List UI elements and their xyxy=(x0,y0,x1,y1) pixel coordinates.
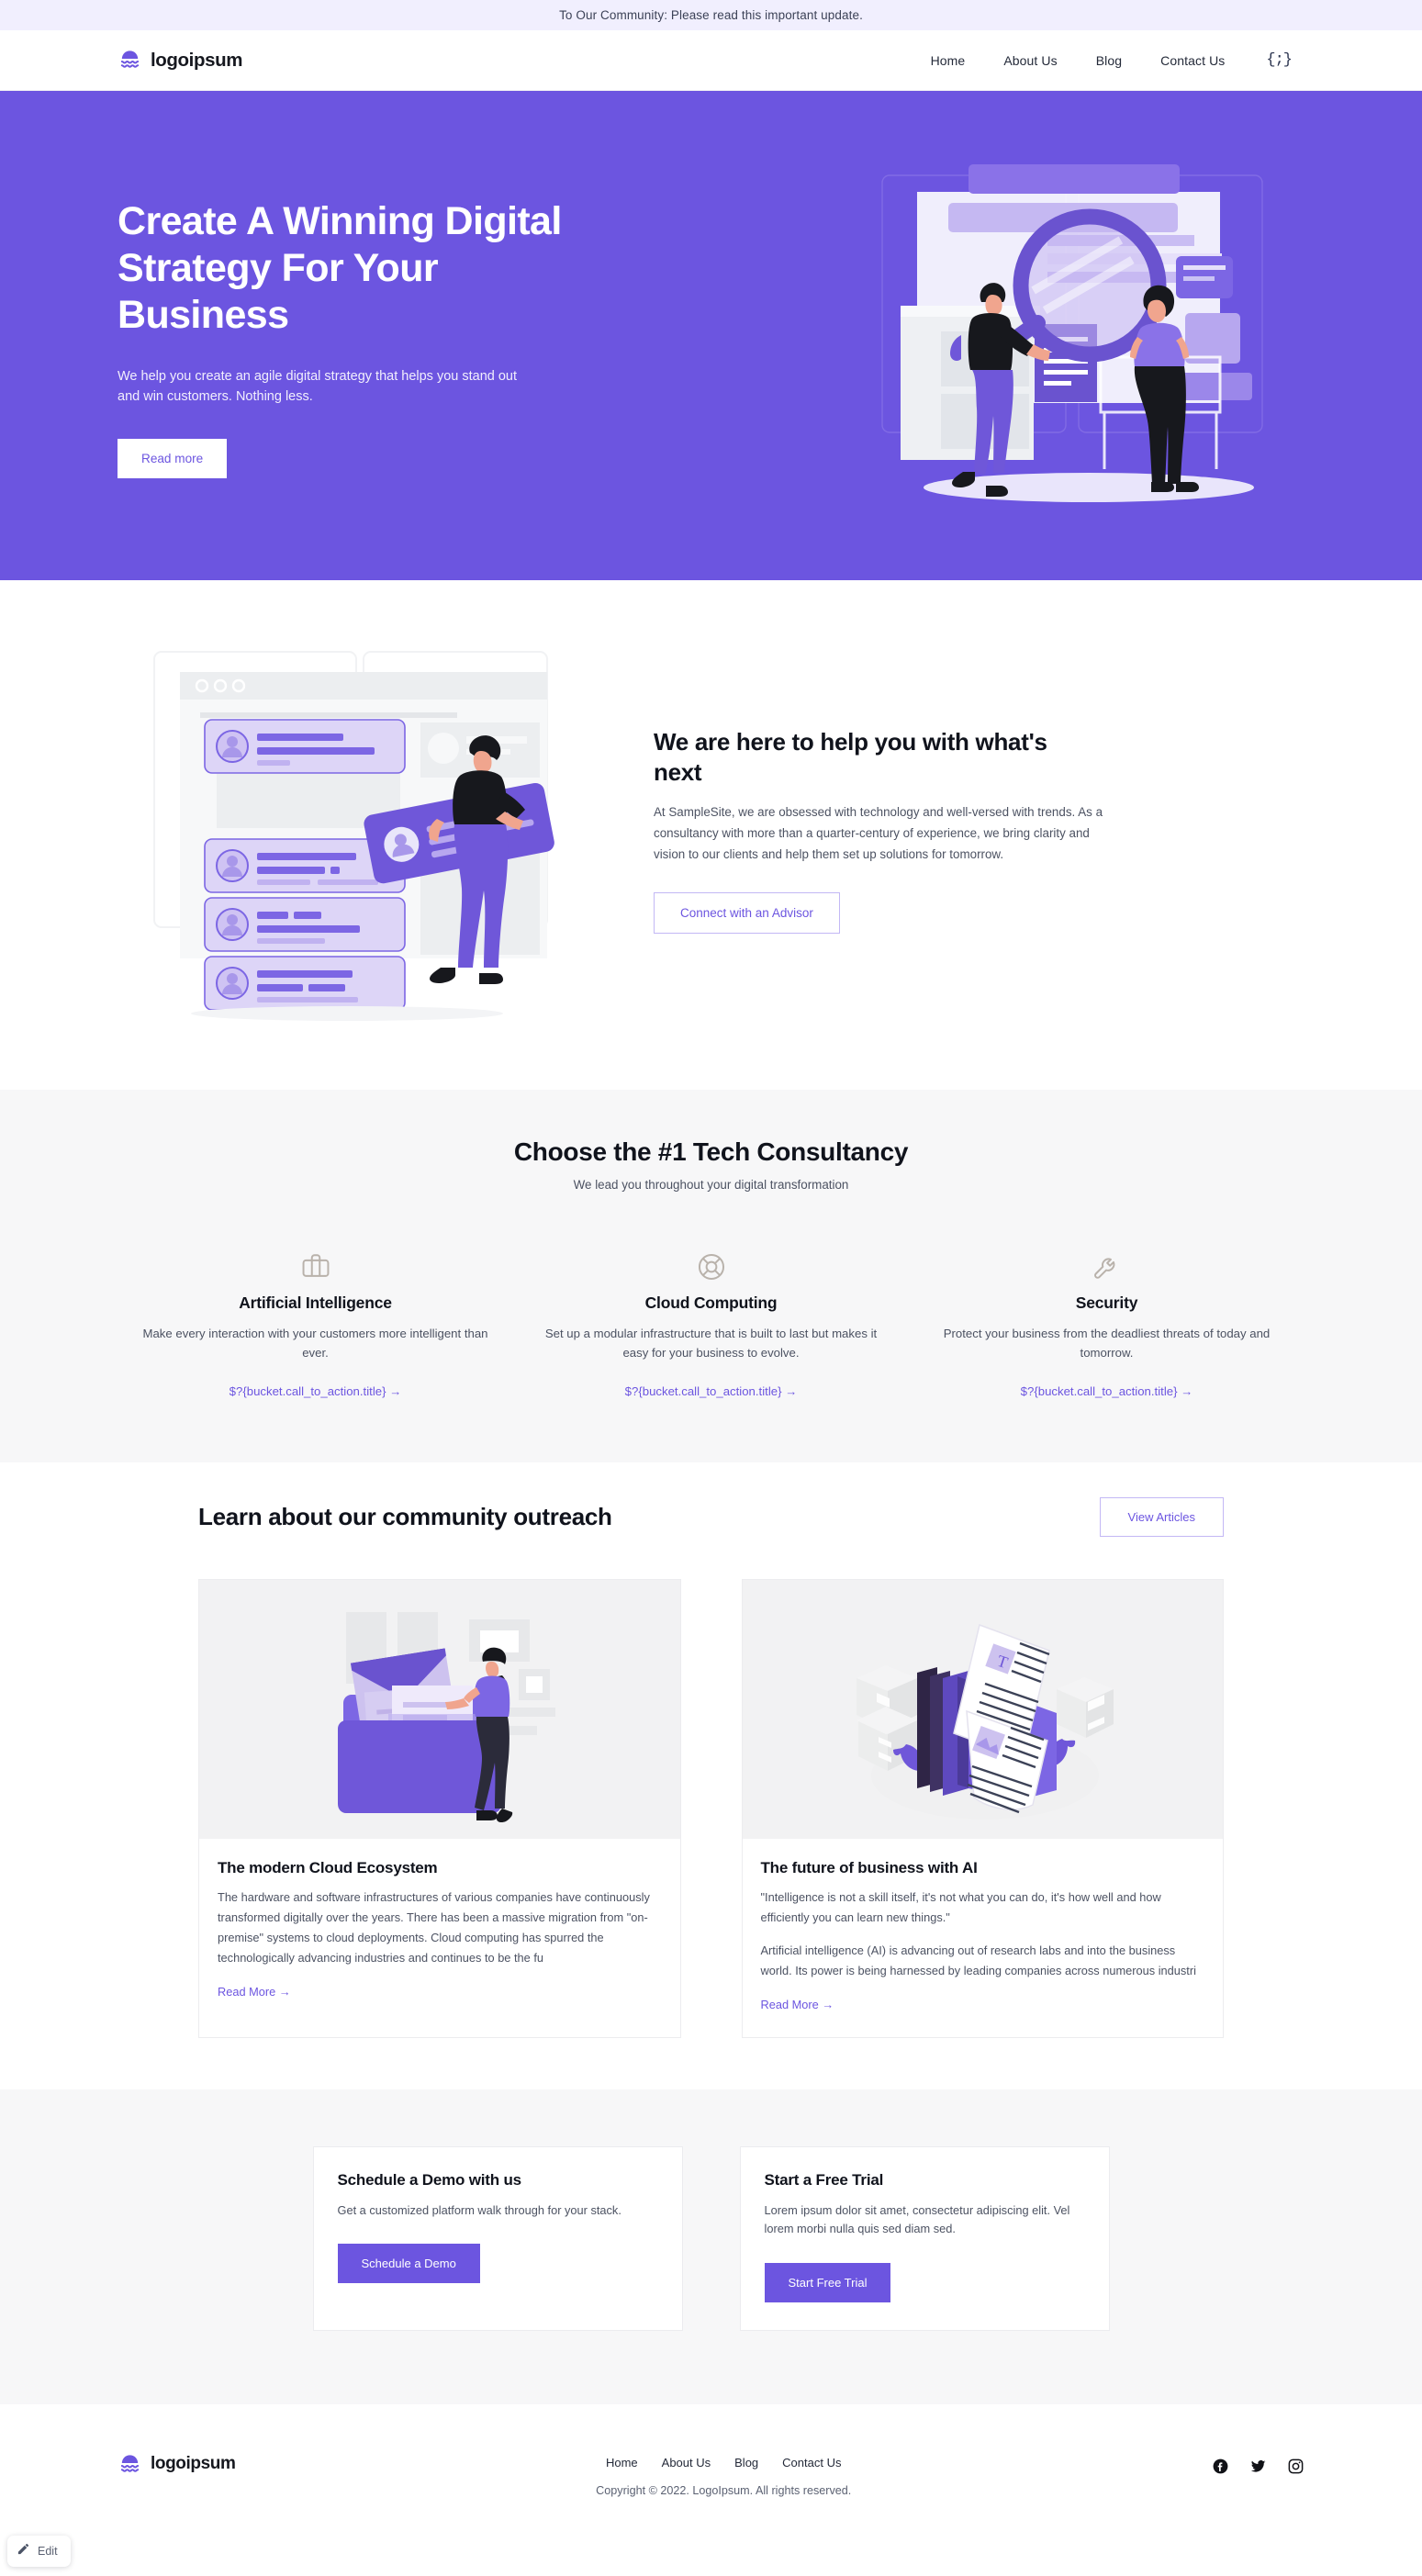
cta-section: Schedule a Demo with us Get a customized… xyxy=(0,2089,1422,2404)
feature-title: Security xyxy=(1075,1294,1138,1312)
feature-title: Artificial Intelligence xyxy=(239,1294,392,1312)
nav-item-home[interactable]: Home xyxy=(912,53,985,68)
hero-read-more-button[interactable]: Read more xyxy=(118,438,228,478)
articles-heading: Learn about our community outreach xyxy=(198,1502,612,1530)
article-excerpt: "Intelligence is not a skill itself, it'… xyxy=(760,1889,1161,1924)
article-title: The future of business with AI xyxy=(760,1858,978,1876)
briefcase-icon xyxy=(141,1249,489,1285)
nav-item-contact-us[interactable]: Contact Us xyxy=(1141,53,1244,68)
twitter-icon[interactable] xyxy=(1249,2458,1267,2480)
lifebuoy-icon xyxy=(537,1249,885,1285)
article-image-woman-with-folder xyxy=(199,1579,680,1839)
article-excerpt-2: Artificial intelligence (AI) is advancin… xyxy=(760,1943,1196,1977)
feature-card-security: Security Protect your business from the … xyxy=(909,1249,1304,1400)
edit-button[interactable]: Edit xyxy=(7,2535,71,2567)
hero-section: Create A Winning Digital Strategy For Yo… xyxy=(0,91,1422,580)
footer-copyright: Copyright © 2022. LogoIpsum. All rights … xyxy=(596,2483,852,2497)
hero-copy: Create A Winning Digital Strategy For Yo… xyxy=(118,193,595,478)
help-illustration xyxy=(118,635,595,1025)
edit-label: Edit xyxy=(38,2544,58,2558)
feature-card-cloud-computing: Cloud Computing Set up a modular infrast… xyxy=(513,1249,909,1400)
articles-section: Learn about our community outreach View … xyxy=(0,1462,1422,2089)
article-card-body: The future of business with AI "Intellig… xyxy=(743,1839,1224,2037)
help-copy: We are here to help you with what's next… xyxy=(641,727,1105,934)
features-subheading: We lead you throughout your digital tran… xyxy=(573,1178,849,1192)
footer-link-about-us[interactable]: About Us xyxy=(662,2456,711,2470)
wrench-icon xyxy=(933,1249,1281,1285)
features-section: Choose the #1 Tech Consultancy We lead y… xyxy=(0,1090,1422,1462)
article-read-more-link[interactable]: Read More → xyxy=(761,1998,834,2011)
hero-subheading: We help you create an agile digital stra… xyxy=(118,368,518,405)
nav-item-about-us[interactable]: About Us xyxy=(984,53,1076,68)
footer-link-blog[interactable]: Blog xyxy=(734,2456,758,2470)
help-section: We are here to help you with what's next… xyxy=(0,580,1422,1090)
footer: logoipsum Home About Us Blog Contact Us … xyxy=(0,2403,1422,2576)
cta-card-schedule-demo: Schedule a Demo with us Get a customized… xyxy=(312,2145,683,2331)
feature-body: Make every interaction with your custome… xyxy=(142,1327,488,1361)
instagram-icon[interactable] xyxy=(1287,2458,1304,2480)
feature-title: Cloud Computing xyxy=(644,1294,778,1312)
feature-body: Set up a modular infrastructure that is … xyxy=(544,1327,878,1361)
sun-waves-logo-icon xyxy=(118,48,142,73)
feature-card-artificial-intelligence: Artificial Intelligence Make every inter… xyxy=(118,1249,513,1400)
connect-advisor-button[interactable]: Connect with an Advisor xyxy=(654,891,840,934)
article-card-cloud-ecosystem[interactable]: The modern Cloud Ecosystem The hardware … xyxy=(198,1578,681,2038)
help-body: At SampleSite, we are obsessed with tech… xyxy=(654,804,1103,861)
brand-logo[interactable]: logoipsum xyxy=(118,48,242,73)
features-grid: Artificial Intelligence Make every inter… xyxy=(118,1249,1304,1400)
article-title: The modern Cloud Ecosystem xyxy=(218,1858,438,1876)
nav-item-blog[interactable]: Blog xyxy=(1077,53,1141,68)
facebook-icon[interactable] xyxy=(1212,2458,1229,2480)
feature-link[interactable]: $?{bucket.call_to_action.title} → xyxy=(1021,1384,1193,1398)
footer-link-home[interactable]: Home xyxy=(606,2456,638,2470)
articles-grid: The modern Cloud Ecosystem The hardware … xyxy=(118,1578,1304,2038)
cta-title: Schedule a Demo with us xyxy=(337,2170,522,2189)
footer-center: Home About Us Blog Contact Us Copyright … xyxy=(235,2452,1212,2497)
feature-link[interactable]: $?{bucket.call_to_action.title} → xyxy=(625,1384,798,1398)
article-card-body: The modern Cloud Ecosystem The hardware … xyxy=(199,1839,680,2024)
pencil-icon xyxy=(17,2542,30,2560)
cta-title: Start a Free Trial xyxy=(764,2170,884,2189)
cta-card-free-trial: Start a Free Trial Lorem ipsum dolor sit… xyxy=(739,2145,1110,2331)
article-card-future-of-business-ai[interactable]: T The future of business with AI "Intell… xyxy=(741,1578,1224,2038)
hero-heading: Create A Winning Digital Strategy For Yo… xyxy=(118,199,562,337)
nav-links: Home About Us Blog Contact Us {;} xyxy=(912,51,1304,69)
feature-body: Protect your business from the deadliest… xyxy=(943,1327,1271,1361)
footer-socials xyxy=(1212,2452,1304,2480)
hero-illustration xyxy=(873,148,1304,520)
code-braces-icon[interactable]: {;} xyxy=(1244,51,1304,69)
article-image-isometric-documents: T xyxy=(742,1579,1223,1839)
view-articles-button[interactable]: View Articles xyxy=(1099,1496,1224,1537)
feature-link[interactable]: $?{bucket.call_to_action.title} → xyxy=(230,1384,402,1398)
help-heading: We are here to help you with what's next xyxy=(654,728,1047,786)
article-excerpt: The hardware and software infrastructure… xyxy=(218,1889,650,1965)
footer-brand-logo[interactable]: logoipsum xyxy=(118,2452,236,2477)
page-root: To Our Community: Please read this impor… xyxy=(0,0,1422,2576)
articles-header: Learn about our community outreach View … xyxy=(118,1496,1304,1537)
announcement-bar[interactable]: To Our Community: Please read this impor… xyxy=(0,0,1422,30)
cta-body: Lorem ipsum dolor sit amet, consectetur … xyxy=(764,2202,1070,2236)
brand-name: logoipsum xyxy=(151,49,243,71)
footer-link-contact-us[interactable]: Contact Us xyxy=(782,2456,841,2470)
footer-brand-name: logoipsum xyxy=(151,2454,236,2474)
schedule-demo-button[interactable]: Schedule a Demo xyxy=(337,2244,480,2284)
sun-waves-logo-icon xyxy=(118,2452,142,2477)
announcement-text: To Our Community: Please read this impor… xyxy=(559,8,863,22)
features-heading: Choose the #1 Tech Consultancy xyxy=(513,1137,909,1166)
footer-links: Home About Us Blog Contact Us xyxy=(235,2456,1212,2470)
article-read-more-link[interactable]: Read More → xyxy=(218,1985,291,1999)
start-free-trial-button[interactable]: Start Free Trial xyxy=(764,2262,891,2302)
cta-body: Get a customized platform walk through f… xyxy=(337,2202,621,2217)
top-navbar: logoipsum Home About Us Blog Contact Us … xyxy=(0,30,1422,91)
